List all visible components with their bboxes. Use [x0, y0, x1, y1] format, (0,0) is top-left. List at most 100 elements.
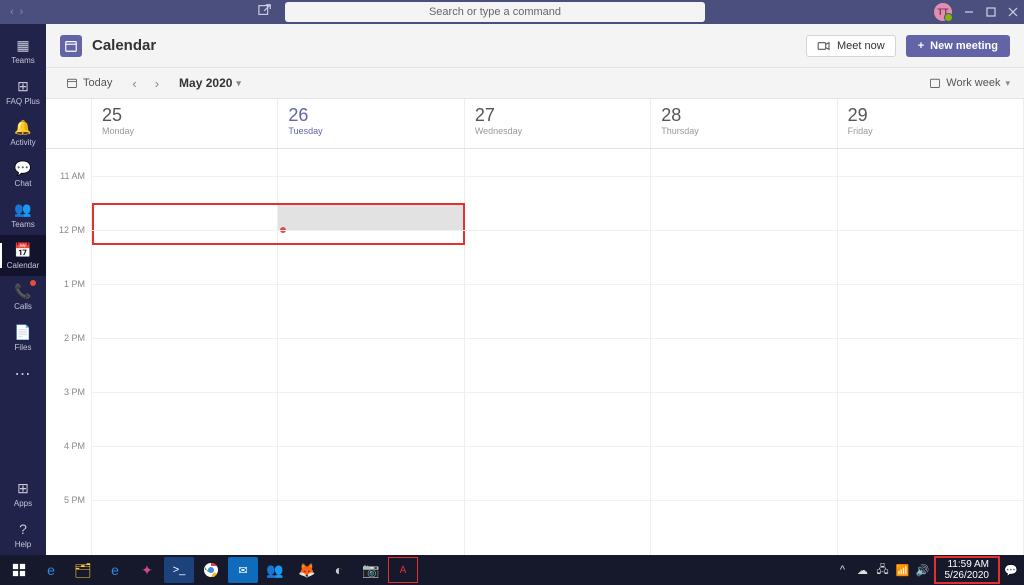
edge-icon[interactable]: e [36, 557, 66, 583]
view-label: Work week [946, 77, 1000, 89]
app-icon-1[interactable]: ✦ [132, 557, 162, 583]
day-column[interactable] [465, 149, 651, 555]
hour-line [92, 176, 1024, 177]
search-input[interactable]: Search or type a command [285, 2, 705, 22]
day-header[interactable]: 26Tuesday [278, 99, 464, 148]
day-of-week: Wednesday [475, 126, 640, 136]
tray-chevron-icon[interactable]: ^ [834, 557, 852, 583]
tray-cloud-icon[interactable]: ☁ [854, 557, 872, 583]
prev-week-icon[interactable]: ‹ [128, 76, 140, 91]
acrobat-icon[interactable]: A [388, 557, 418, 583]
chrome-icon[interactable] [196, 557, 226, 583]
apps-icon: ⊞ [14, 479, 32, 497]
tray-volume-icon[interactable]: 🔊 [914, 557, 932, 583]
today-button[interactable]: Today [60, 74, 118, 92]
tray-net-icon[interactable]: 🖧 [874, 557, 892, 583]
hour-line [92, 338, 1024, 339]
firefox-icon[interactable]: 🦊 [292, 557, 322, 583]
hour-label: 4 PM [64, 441, 85, 451]
powershell-icon[interactable]: >_ [164, 557, 194, 583]
month-picker[interactable]: May 2020 ▾ [179, 76, 241, 90]
hour-line [92, 230, 1024, 231]
clock-time: 11:59 AM [945, 559, 990, 570]
avatar[interactable]: TT [934, 3, 952, 21]
outlook-icon[interactable]: ✉ [228, 557, 258, 583]
day-number: 28 [661, 105, 826, 126]
window-close-icon[interactable] [1008, 7, 1018, 17]
day-number: 25 [102, 105, 267, 126]
grid-icon: ▦ [14, 36, 32, 54]
hour-label: 2 PM [64, 333, 85, 343]
camera-icon[interactable]: 📷 [356, 557, 386, 583]
rail-item-chat[interactable]: 💬 Chat [0, 153, 46, 194]
rail-item-apps[interactable]: ⊞ Apps [0, 473, 46, 514]
app-icon-2[interactable]: ◐ [324, 557, 354, 583]
window-maximize-icon[interactable] [986, 7, 996, 17]
day-header[interactable]: 29Friday [838, 99, 1024, 148]
notification-dot [30, 280, 36, 286]
today-label: Today [83, 77, 112, 89]
people-icon: 👥 [14, 200, 32, 218]
rail-item-calendar[interactable]: 📅 Calendar [0, 235, 46, 276]
day-header[interactable]: 28Thursday [651, 99, 837, 148]
windows-taskbar: e 🗂 e ✦ >_ ✉ 👥 🦊 ◐ 📷 A ^ ☁ 🖧 📶 🔊 11:59 A… [0, 555, 1024, 585]
rail-item-teams[interactable]: 👥 Teams [0, 194, 46, 235]
clock-date: 5/26/2020 [945, 570, 990, 581]
new-meeting-button[interactable]: + New meeting [906, 35, 1010, 57]
title-bar: ‹ › Search or type a command TT [0, 0, 1024, 24]
start-button[interactable] [4, 557, 34, 583]
calendar-slots[interactable] [92, 149, 1024, 555]
taskbar-clock[interactable]: 11:59 AM 5/26/2020 [939, 559, 996, 581]
nav-back-icon[interactable]: ‹ [10, 6, 14, 18]
rail-item-faq[interactable]: ⊞ FAQ Plus [0, 71, 46, 112]
calendar-icon: 📅 [14, 241, 32, 259]
day-header[interactable]: 27Wednesday [465, 99, 651, 148]
day-number: 27 [475, 105, 640, 126]
nav-forward-icon[interactable]: › [20, 6, 24, 18]
hour-label: 5 PM [64, 495, 85, 505]
rail-label: Chat [15, 179, 32, 188]
new-meeting-label: New meeting [930, 40, 998, 52]
rail-label: Calendar [7, 261, 39, 270]
day-number: 29 [848, 105, 1013, 126]
rail-more-icon[interactable]: ⋯ [15, 358, 32, 390]
rail-item-files[interactable]: 📄 Files [0, 317, 46, 358]
action-center-icon[interactable]: 💬 [1002, 557, 1020, 583]
teams-taskbar-icon[interactable]: 👥 [260, 557, 290, 583]
faq-icon: ⊞ [14, 77, 32, 95]
app-rail: ▦ Teams ⊞ FAQ Plus 🔔 Activity 💬 Chat 👥 T… [0, 24, 46, 555]
day-column[interactable] [651, 149, 837, 555]
rail-label: Calls [14, 302, 32, 311]
rail-item-activity[interactable]: 🔔 Activity [0, 112, 46, 153]
view-icon [929, 77, 941, 89]
rail-label: Help [15, 540, 31, 549]
window-minimize-icon[interactable] [964, 7, 974, 17]
hour-line [92, 392, 1024, 393]
time-column: 11 AM12 PM1 PM2 PM3 PM4 PM5 PM [46, 99, 92, 555]
day-column[interactable] [838, 149, 1024, 555]
day-column[interactable] [92, 149, 278, 555]
rail-label: Teams [11, 56, 35, 65]
rail-item-teams-top[interactable]: ▦ Teams [0, 30, 46, 71]
day-header[interactable]: 25Monday [92, 99, 278, 148]
next-week-icon[interactable]: › [151, 76, 163, 91]
explorer-icon[interactable]: 🗂 [68, 557, 98, 583]
busy-slot [278, 203, 464, 230]
day-of-week: Monday [102, 126, 267, 136]
hour-label: 12 PM [59, 225, 85, 235]
file-icon: 📄 [14, 323, 32, 341]
meet-now-button[interactable]: Meet now [806, 35, 896, 57]
rail-item-help[interactable]: ? Help [0, 514, 46, 555]
rail-label: Teams [11, 220, 35, 229]
view-switcher[interactable]: Work week ▾ [929, 77, 1010, 89]
page-title: Calendar [92, 37, 156, 54]
help-icon: ? [14, 520, 32, 538]
rail-label: Files [15, 343, 32, 352]
tray-wifi-icon[interactable]: 📶 [894, 557, 912, 583]
ie-icon[interactable]: e [100, 557, 130, 583]
compose-icon[interactable] [258, 3, 272, 17]
video-icon [817, 41, 831, 51]
taskbar-clock-highlight: 11:59 AM 5/26/2020 [934, 556, 1001, 584]
page-header: Calendar Meet now + New meeting [46, 24, 1024, 68]
rail-item-calls[interactable]: 📞 Calls [0, 276, 46, 317]
